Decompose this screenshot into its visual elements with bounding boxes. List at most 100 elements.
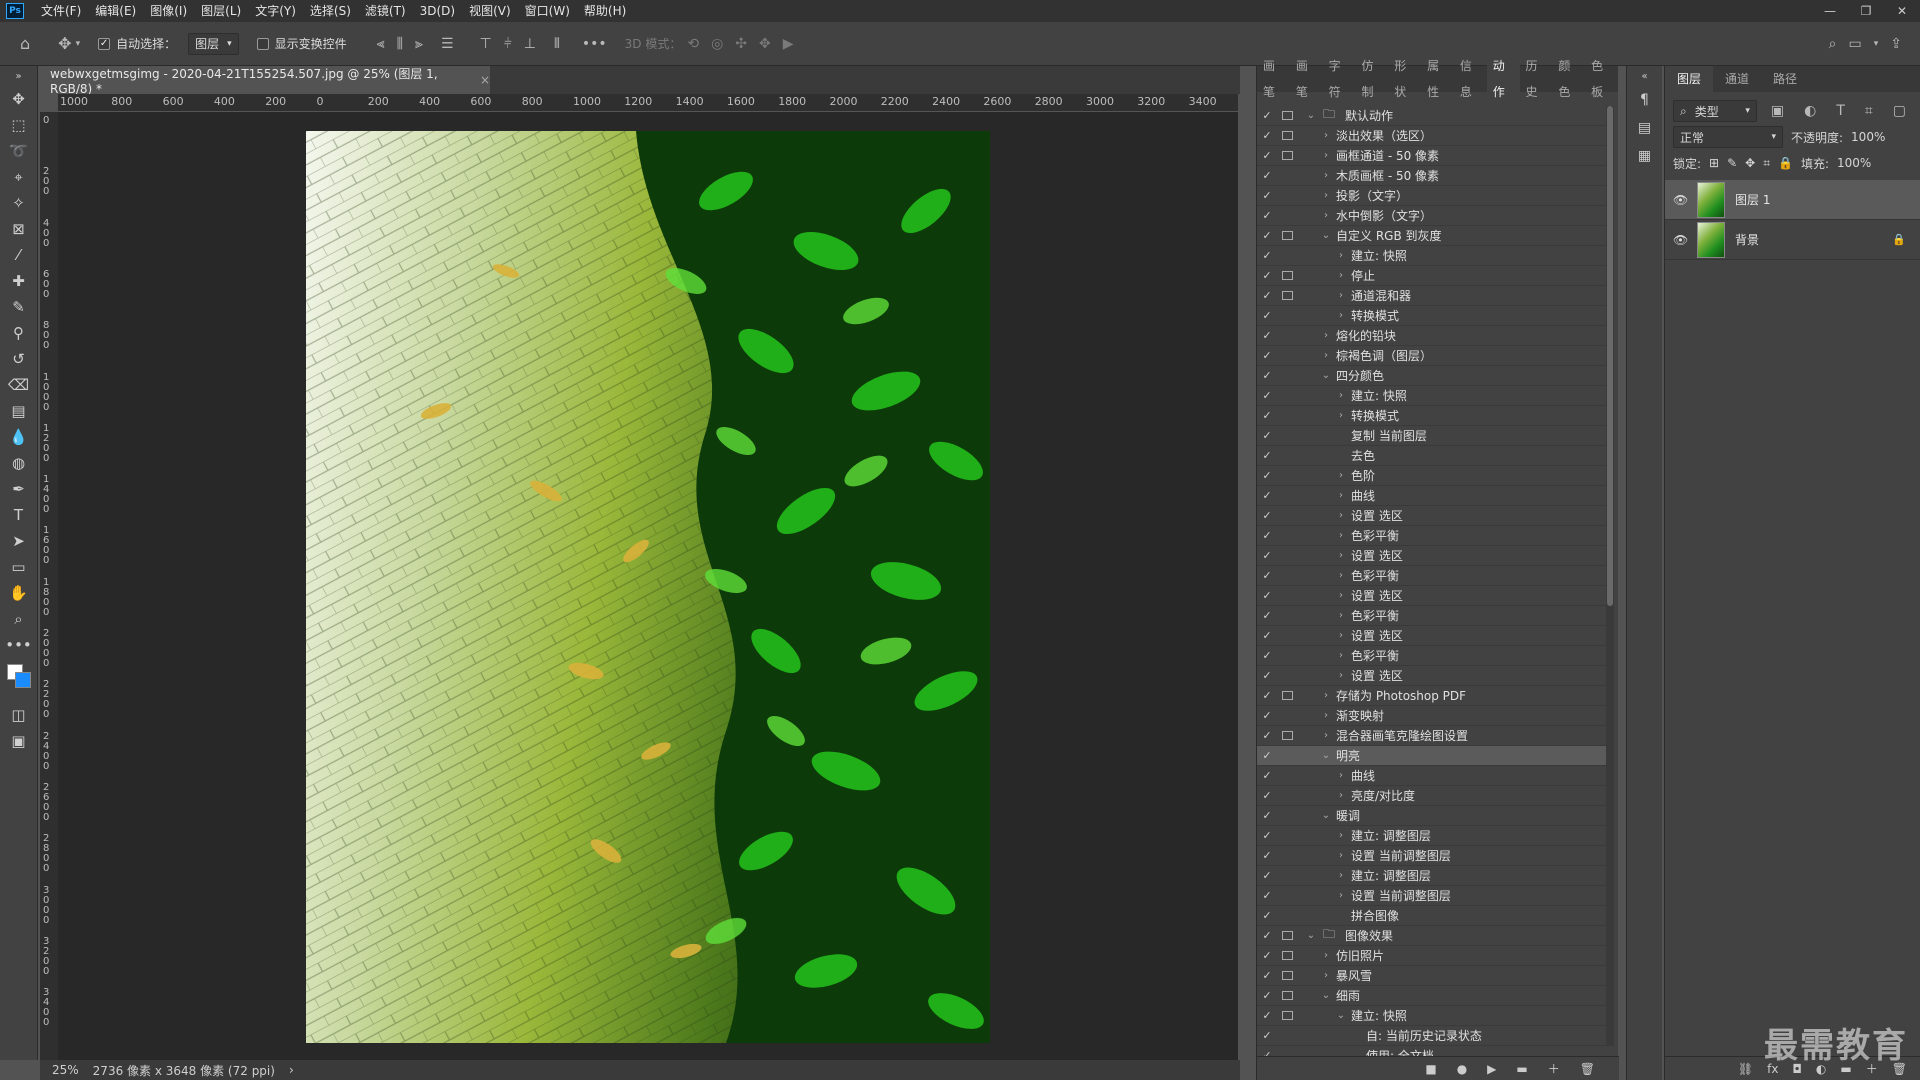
action-toggle-check-icon[interactable]: ✓ xyxy=(1257,149,1277,162)
menu-item-7[interactable]: 3D(D) xyxy=(413,0,462,22)
action-toggle-check-icon[interactable]: ✓ xyxy=(1257,509,1277,522)
menu-item-8[interactable]: 视图(V) xyxy=(462,0,518,22)
align-right-icon[interactable]: ⫸ xyxy=(415,36,423,52)
dialog-toggle[interactable] xyxy=(1277,231,1297,240)
link-layers-icon[interactable]: ⛓ xyxy=(1738,1062,1753,1076)
tool-preset-dropdown-icon[interactable]: ▾ xyxy=(76,39,81,49)
action-row[interactable]: ✓ ⌄ 细雨 xyxy=(1257,986,1607,1006)
marquee-tool-icon[interactable]: ⬚ xyxy=(0,112,37,138)
action-toggle-check-icon[interactable]: ✓ xyxy=(1257,649,1277,662)
action-toggle-check-icon[interactable]: ✓ xyxy=(1257,569,1277,582)
dialog-toggle[interactable] xyxy=(1277,271,1297,280)
quick-mask-icon[interactable]: ◫ xyxy=(0,702,37,728)
expand-right-icon[interactable]: › xyxy=(1335,790,1347,801)
action-toggle-check-icon[interactable]: ✓ xyxy=(1257,609,1277,622)
dialog-toggle[interactable] xyxy=(1277,131,1297,140)
action-row[interactable]: ✓ 拼合图像 xyxy=(1257,906,1607,926)
expand-right-icon[interactable]: › xyxy=(1335,550,1347,561)
actions-tab-6[interactable]: 信息 xyxy=(1454,53,1487,105)
action-row[interactable]: ✓ › 暴风雪 xyxy=(1257,966,1607,986)
auto-select-checkbox[interactable]: ✓ xyxy=(98,37,111,50)
menu-item-1[interactable]: 编辑(E) xyxy=(88,0,143,22)
dialog-toggle[interactable] xyxy=(1277,691,1297,700)
actions-tab-3[interactable]: 仿制 xyxy=(1355,53,1388,105)
expand-right-icon[interactable]: › xyxy=(1335,270,1347,281)
action-row[interactable]: ✓ › 色彩平衡 xyxy=(1257,606,1607,626)
action-toggle-check-icon[interactable]: ✓ xyxy=(1257,289,1277,302)
action-row[interactable]: ✓ › 仿旧照片 xyxy=(1257,946,1607,966)
play-button[interactable]: ▶ xyxy=(1487,1062,1496,1076)
action-toggle-check-icon[interactable]: ✓ xyxy=(1257,849,1277,862)
align-middle-v-icon[interactable]: ⫩ xyxy=(504,36,512,52)
action-toggle-check-icon[interactable]: ✓ xyxy=(1257,389,1277,402)
dialog-toggle[interactable] xyxy=(1277,291,1297,300)
more-options-icon[interactable]: ••• xyxy=(582,36,607,52)
action-row[interactable]: ✓ 使用: 全文档 xyxy=(1257,1046,1607,1056)
layer-filter-select[interactable]: ⌕ 类型 ▾ xyxy=(1673,100,1757,122)
align-center-h-icon[interactable]: ⫼ xyxy=(397,36,403,52)
action-toggle-check-icon[interactable]: ✓ xyxy=(1257,189,1277,202)
action-row[interactable]: ✓ › 通道混和器 xyxy=(1257,286,1607,306)
filter-adjust-icon[interactable]: ◐ xyxy=(1804,103,1816,119)
restore-button[interactable]: ❐ xyxy=(1848,0,1884,22)
expand-right-icon[interactable]: › xyxy=(1335,490,1347,501)
actions-scroll-thumb[interactable] xyxy=(1607,106,1613,606)
expand-right-icon[interactable]: › xyxy=(1335,630,1347,641)
action-toggle-check-icon[interactable]: ✓ xyxy=(1257,329,1277,342)
actions-tab-0[interactable]: 画笔 xyxy=(1257,53,1290,105)
action-toggle-check-icon[interactable]: ✓ xyxy=(1257,369,1277,382)
action-row[interactable]: ✓ › 投影（文字） xyxy=(1257,186,1607,206)
distribute-v-icon[interactable]: ⫴ xyxy=(554,36,560,52)
action-toggle-check-icon[interactable]: ✓ xyxy=(1257,929,1277,942)
workspace-dropdown-icon[interactable]: ▾ xyxy=(1874,39,1879,49)
action-row[interactable]: ✓ › 建立: 调整图层 xyxy=(1257,866,1607,886)
menu-item-9[interactable]: 窗口(W) xyxy=(518,0,577,22)
action-row[interactable]: ✓ › 设置 当前调整图层 xyxy=(1257,886,1607,906)
dialog-toggle[interactable] xyxy=(1277,151,1297,160)
action-toggle-check-icon[interactable]: ✓ xyxy=(1257,629,1277,642)
zoom-tool-icon[interactable]: ⌕ xyxy=(0,606,37,632)
expand-right-icon[interactable]: › xyxy=(1320,210,1332,221)
color-swatches[interactable] xyxy=(0,658,37,702)
action-row[interactable]: ✓ ⌄ 建立: 快照 xyxy=(1257,1006,1607,1026)
pen-tool-icon[interactable]: ✒ xyxy=(0,476,37,502)
record-button[interactable]: ● xyxy=(1457,1062,1467,1076)
action-row[interactable]: ✓ ⌄ 暖调 xyxy=(1257,806,1607,826)
action-row[interactable]: ✓ › 色彩平衡 xyxy=(1257,526,1607,546)
action-toggle-check-icon[interactable]: ✓ xyxy=(1257,489,1277,502)
expand-right-icon[interactable]: › xyxy=(1320,950,1332,961)
action-toggle-check-icon[interactable]: ✓ xyxy=(1257,709,1277,722)
action-toggle-check-icon[interactable]: ✓ xyxy=(1257,549,1277,562)
action-row[interactable]: ✓ › 设置 选区 xyxy=(1257,666,1607,686)
actions-tab-10[interactable]: 色板 xyxy=(1585,53,1618,105)
lock-position-icon[interactable]: ✥ xyxy=(1745,156,1755,170)
notes-panel-icon[interactable]: ▦ xyxy=(1627,142,1662,170)
action-row[interactable]: ✓ 复制 当前图层 xyxy=(1257,426,1607,446)
action-toggle-check-icon[interactable]: ✓ xyxy=(1257,809,1277,822)
lock-all-icon[interactable]: 🔒 xyxy=(1778,156,1793,170)
dialog-toggle[interactable] xyxy=(1277,111,1297,120)
expand-right-icon[interactable]: › xyxy=(1320,350,1332,361)
action-row[interactable]: ✓ › 设置 选区 xyxy=(1257,586,1607,606)
action-toggle-check-icon[interactable]: ✓ xyxy=(1257,769,1277,782)
actions-tab-2[interactable]: 字符 xyxy=(1323,53,1356,105)
healing-brush-icon[interactable]: ✚ xyxy=(0,268,37,294)
delete-action-button[interactable]: 🗑 xyxy=(1580,1062,1595,1076)
action-toggle-check-icon[interactable]: ✓ xyxy=(1257,249,1277,262)
action-row[interactable]: ✓ › 水中倒影（文字） xyxy=(1257,206,1607,226)
action-toggle-check-icon[interactable]: ✓ xyxy=(1257,529,1277,542)
actions-tab-4[interactable]: 形状 xyxy=(1388,53,1421,105)
layers-tab-0[interactable]: 图层 xyxy=(1665,66,1714,92)
actions-tab-7[interactable]: 动作 xyxy=(1486,53,1520,105)
action-row[interactable]: ✓ › 曲线 xyxy=(1257,486,1607,506)
document-tab[interactable]: webwxgetmsgimg - 2020-04-21T155254.507.j… xyxy=(40,66,490,96)
expand-right-icon[interactable]: › xyxy=(1320,130,1332,141)
expand-right-icon[interactable]: › xyxy=(1320,970,1332,981)
workspace-icon[interactable]: ▭ xyxy=(1849,36,1862,52)
lock-transparent-icon[interactable]: ⊞ xyxy=(1709,156,1719,170)
action-toggle-check-icon[interactable]: ✓ xyxy=(1257,749,1277,762)
action-toggle-check-icon[interactable]: ✓ xyxy=(1257,1029,1277,1042)
dialog-toggle[interactable] xyxy=(1277,971,1297,980)
distribute-h-icon[interactable]: ☰ xyxy=(441,36,454,52)
action-row[interactable]: ✓ 去色 xyxy=(1257,446,1607,466)
